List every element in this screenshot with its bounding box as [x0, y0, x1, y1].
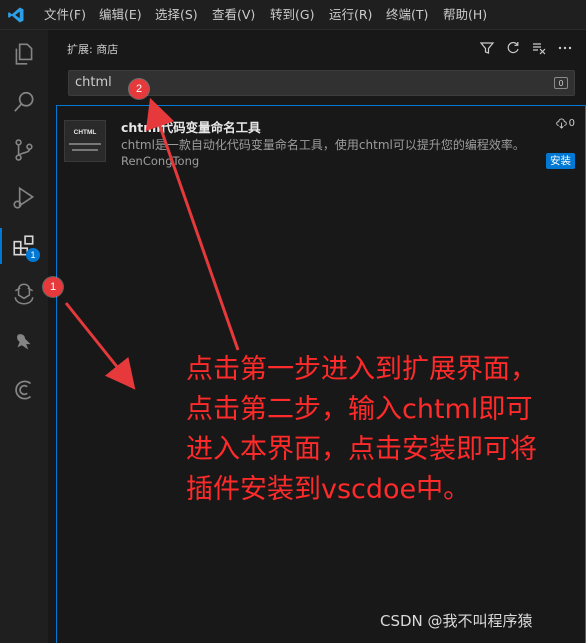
step-marker-1: 1 [43, 277, 63, 297]
step-marker-2: 2 [129, 79, 149, 99]
annotation-line: 点击第一步进入到扩展界面， [186, 354, 537, 385]
arrow-to-extensions [64, 302, 136, 390]
annotation-text: 点击第一步进入到扩展界面， 点击第二步，输入chtml即可 进入本界面，点击安装… [186, 350, 581, 510]
csdn-watermark: CSDN @我不叫程序猿 [380, 612, 533, 630]
annotation-line: 点击第二步，输入chtml即可 [186, 394, 533, 425]
arrow-to-search [145, 97, 240, 351]
annotation-line: 插件安装到vscdoe中。 [186, 474, 471, 505]
annotation-arrows [64, 97, 240, 390]
annotation-line: 进入本界面，点击安装即可将 [186, 434, 537, 465]
